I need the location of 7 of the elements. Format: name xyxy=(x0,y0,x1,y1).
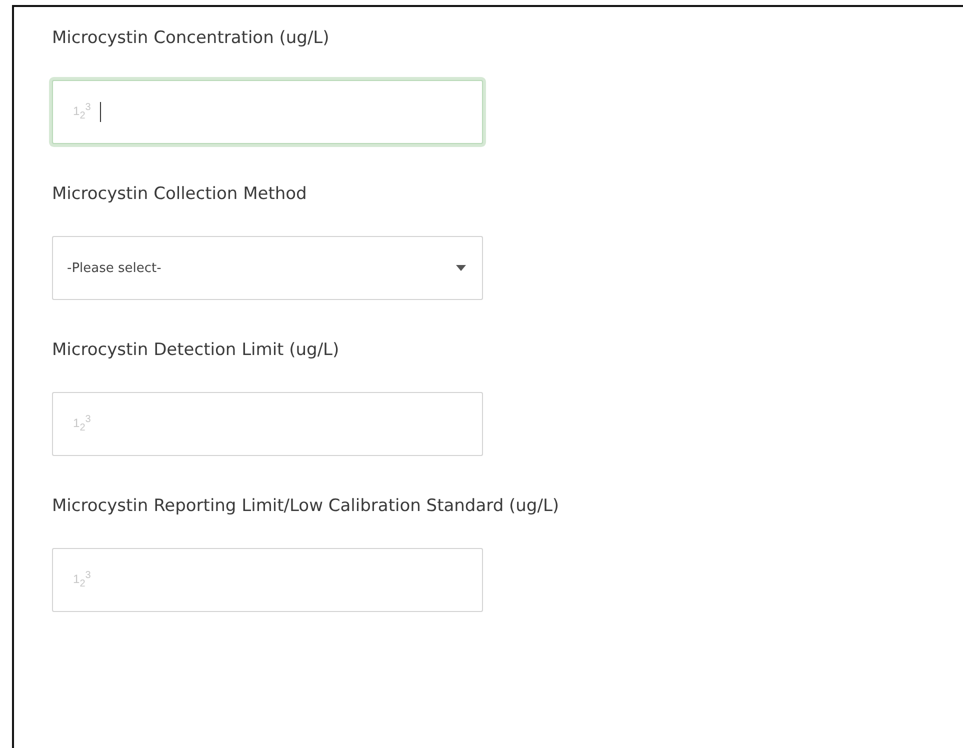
field-label: Microcystin Reporting Limit/Low Calibration Standard (ug/L) xyxy=(52,495,560,517)
field-label: Microcystin Collection Method xyxy=(52,183,307,205)
field-label: Microcystin Concentration (ug/L) xyxy=(52,27,330,49)
caret-icon xyxy=(456,265,466,271)
field-label: Microcystin Detection Limit (ug/L) xyxy=(52,339,340,361)
text-cursor xyxy=(100,102,101,122)
dropdown-select[interactable]: -Please select- xyxy=(52,236,483,300)
